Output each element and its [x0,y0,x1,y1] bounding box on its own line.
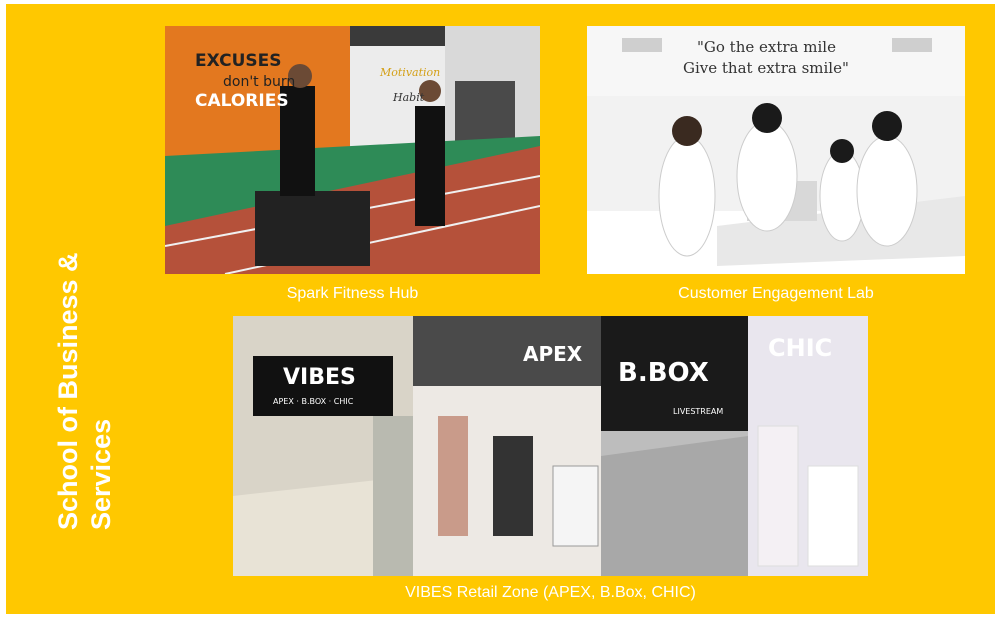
slide: School of Business & Services EXCUSES do… [0,0,999,620]
bbox-sign-sub: LIVESTREAM [673,407,723,416]
customer-lab-caption: Customer Engagement Lab [678,285,874,302]
quote-line-1: "Go the extra mile [697,38,836,56]
vibes-sign: VIBES [283,365,356,390]
wall-text-motivation: Motivation [379,66,440,79]
customer-lab-photo: "Go the extra mile Give that extra smile… [587,26,965,274]
wall-text-habit: Habit [392,91,425,104]
wall-text-dont-burn: don't burn [223,74,295,90]
retail-zone-photo: VIBES APEX · B.BOX · CHIC APEX B.BOX LIV… [233,316,868,576]
fitness-hub-caption: Spark Fitness Hub [286,285,419,302]
quote-line-2: Give that extra smile" [683,59,849,77]
retail-zone-caption: VIBES Retail Zone (APEX, B.Box, CHIC) [405,584,696,601]
wall-text-calories: CALORIES [195,91,289,111]
bbox-sign: B.BOX [618,358,709,388]
school-title: School of Business & Services [53,252,116,530]
apex-sign: APEX [523,342,583,366]
vibes-sign-sub: APEX · B.BOX · CHIC [273,397,354,406]
chic-sign: CHIC [768,334,832,362]
wall-text-excuses: EXCUSES [195,51,282,71]
fitness-hub-photo: EXCUSES don't burn CALORIES Motivation H… [165,26,540,274]
